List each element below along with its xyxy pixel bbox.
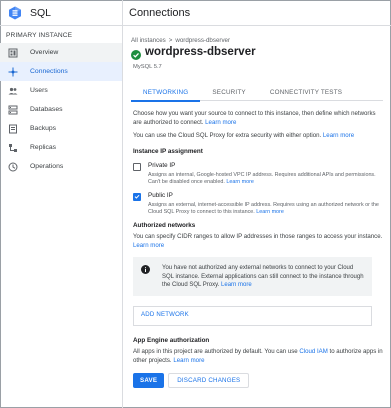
tab-connectivity-tests[interactable]: CONNECTIVITY TESTS bbox=[258, 83, 354, 101]
authorized-networks-text: You can specify CIDR ranges to allow IP … bbox=[133, 233, 383, 250]
tab-security[interactable]: SECURITY bbox=[200, 83, 257, 101]
sidebar: PRIMARY INSTANCE Overview Connections Us… bbox=[0, 26, 123, 408]
private-ip-label: Private IP bbox=[148, 162, 176, 170]
sidebar-item-label: Users bbox=[30, 87, 48, 94]
private-ip-option: Private IP Assigns an internal, Google-h… bbox=[133, 162, 383, 186]
authorized-networks-body: You can specify CIDR ranges to allow IP … bbox=[133, 233, 383, 241]
app-header: SQL bbox=[0, 0, 123, 26]
sidebar-item-label: Connections bbox=[30, 68, 68, 75]
info-text: You have not authorized any external net… bbox=[162, 264, 364, 289]
private-ip-learn-more-link[interactable]: Learn more bbox=[226, 179, 254, 185]
cloud-sql-logo-icon bbox=[8, 6, 22, 20]
authorized-networks-learn-more-link[interactable]: Learn more bbox=[133, 242, 164, 249]
sidebar-item-backups[interactable]: Backups bbox=[0, 119, 122, 138]
databases-icon bbox=[8, 105, 18, 115]
ip-assignment-heading: Instance IP assignment bbox=[133, 147, 203, 155]
app-title: SQL bbox=[30, 6, 52, 19]
breadcrumb-separator: > bbox=[168, 37, 173, 44]
sidebar-item-label: Databases bbox=[30, 106, 63, 113]
connections-icon bbox=[8, 67, 18, 77]
app-engine-body: All apps in this project are authorized … bbox=[133, 348, 298, 356]
breadcrumb: All instances > wordpress-dbserver bbox=[131, 37, 230, 44]
checkmark-icon bbox=[134, 195, 140, 200]
cloud-iam-link[interactable]: Cloud IAM bbox=[299, 348, 327, 355]
sidebar-item-connections[interactable]: Connections bbox=[0, 62, 122, 81]
add-network-box: ADD NETWORK bbox=[133, 305, 372, 326]
public-ip-option: Public IP Assigns an external, internet-… bbox=[133, 192, 383, 216]
sidebar-item-operations[interactable]: Operations bbox=[0, 157, 122, 176]
replicas-icon bbox=[8, 143, 18, 153]
operations-icon bbox=[8, 162, 18, 172]
instance-title-row: wordpress-dbserver bbox=[131, 46, 256, 60]
info-icon bbox=[141, 265, 150, 275]
app-engine-heading: App Engine authorization bbox=[133, 336, 210, 344]
public-ip-description: Assigns an external, internet-accessible… bbox=[148, 202, 383, 216]
sidebar-item-label: Operations bbox=[30, 163, 64, 170]
status-ok-icon bbox=[131, 47, 141, 60]
proxy-body: You can use the Cloud SQL Proxy for extr… bbox=[133, 132, 322, 140]
breadcrumb-current: wordpress-dbserver bbox=[175, 37, 231, 44]
action-buttons: SAVE DISCARD CHANGES bbox=[133, 373, 383, 389]
discard-changes-button[interactable]: DISCARD CHANGES bbox=[168, 373, 250, 389]
networking-panel: Choose how you want your source to conne… bbox=[133, 110, 383, 389]
sidebar-item-users[interactable]: Users bbox=[0, 81, 122, 100]
breadcrumb-all-instances-link[interactable]: All instances bbox=[131, 37, 166, 44]
instance-engine: MySQL 5.7 bbox=[133, 64, 162, 70]
sidebar-item-replicas[interactable]: Replicas bbox=[0, 138, 122, 157]
page-header: Connections bbox=[123, 0, 391, 26]
overview-icon bbox=[8, 48, 18, 58]
instance-name: wordpress-dbserver bbox=[145, 46, 256, 58]
page-title: Connections bbox=[129, 6, 191, 19]
no-networks-info-box: You have not authorized any external net… bbox=[133, 257, 372, 296]
sidebar-item-label: Replicas bbox=[30, 144, 57, 151]
users-icon bbox=[8, 86, 18, 96]
backups-icon bbox=[8, 124, 18, 134]
save-button[interactable]: SAVE bbox=[133, 373, 165, 389]
sidebar-item-label: Overview bbox=[30, 49, 59, 56]
app-engine-learn-more-link[interactable]: Learn more bbox=[173, 357, 204, 364]
public-ip-checkbox[interactable] bbox=[133, 192, 141, 201]
intro-learn-more-link[interactable]: Learn more bbox=[205, 119, 236, 126]
info-learn-more-link[interactable]: Learn more bbox=[221, 282, 252, 288]
main-content: All instances > wordpress-dbserver wordp… bbox=[123, 26, 391, 408]
sidebar-item-overview[interactable]: Overview bbox=[0, 43, 122, 62]
proxy-learn-more-link[interactable]: Learn more bbox=[323, 132, 354, 139]
intro-text: Choose how you want your source to conne… bbox=[133, 110, 383, 127]
sidebar-item-label: Backups bbox=[30, 125, 57, 132]
intro-body: Choose how you want your source to conne… bbox=[133, 110, 376, 126]
private-ip-desc-text: Assigns an internal, Google-hosted VPC I… bbox=[148, 171, 376, 185]
info-body: You have not authorized any external net… bbox=[162, 265, 364, 289]
private-ip-description: Assigns an internal, Google-hosted VPC I… bbox=[148, 172, 383, 186]
public-ip-label: Public IP bbox=[148, 191, 173, 199]
sidebar-item-databases[interactable]: Databases bbox=[0, 100, 122, 119]
sidebar-heading: PRIMARY INSTANCE bbox=[6, 32, 73, 39]
tab-networking[interactable]: NETWORKING bbox=[131, 83, 201, 102]
authorized-networks-heading: Authorized networks bbox=[133, 221, 196, 229]
tab-bar: NETWORKING SECURITY CONNECTIVITY TESTS bbox=[131, 83, 383, 102]
app-engine-text: All apps in this project are authorized … bbox=[133, 348, 383, 365]
private-ip-checkbox[interactable] bbox=[133, 163, 141, 172]
proxy-text: You can use the Cloud SQL Proxy for extr… bbox=[133, 132, 383, 141]
public-ip-learn-more-link[interactable]: Learn more bbox=[256, 209, 284, 215]
add-network-button[interactable]: ADD NETWORK bbox=[141, 311, 189, 320]
